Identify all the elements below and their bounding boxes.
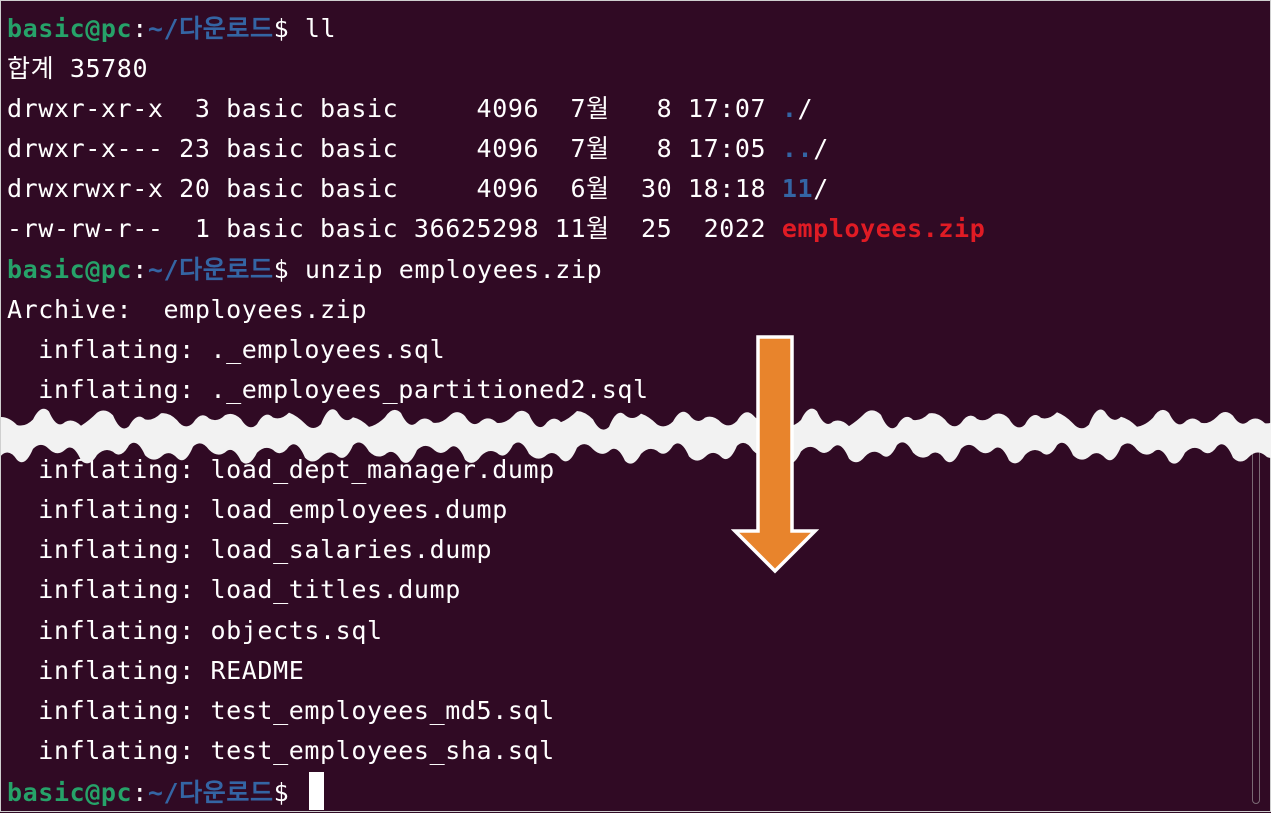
- archive-line: Archive: employees.zip: [7, 295, 367, 324]
- ll-row-meta: drwxrwxr-x 20 basic basic 4096 6월 30 18:…: [7, 174, 782, 203]
- ll-row: drwxr-x--- 23 basic basic 4096 7월 8 17:0…: [7, 129, 829, 169]
- inflating-line: inflating: ._employees.sql: [7, 335, 446, 364]
- command-text: unzip employees.zip: [289, 255, 603, 284]
- ll-row: -rw-rw-r-- 1 basic basic 36625298 11월 25…: [7, 209, 985, 249]
- command-text: [289, 778, 305, 807]
- inflating-line: inflating: ._employees_partitioned2.sql: [7, 375, 649, 404]
- prompt-path: ~/다운로드: [147, 255, 274, 284]
- inflating-line: inflating: test_employees_md5.sql: [7, 696, 555, 725]
- prompt-symbol: $: [273, 14, 290, 43]
- prompt-path: ~/다운로드: [147, 14, 274, 43]
- text-cursor: [308, 772, 324, 810]
- prompt-line-final: basic@pc:~/다운로드$: [7, 772, 324, 812]
- ll-row-suffix: /: [813, 174, 829, 203]
- ll-row-name: 11: [781, 174, 814, 203]
- prompt-line-unzip: basic@pc:~/다운로드$ unzip employees.zip: [7, 250, 602, 290]
- prompt-colon: :: [132, 14, 148, 43]
- torn-break-shape: [1, 408, 1271, 464]
- prompt-symbol: $: [273, 778, 290, 807]
- inflating-line: inflating: load_salaries.dump: [7, 535, 493, 564]
- ll-row-meta: drwxr-x--- 23 basic basic 4096 7월 8 17:0…: [7, 134, 782, 163]
- ll-row-meta: drwxr-xr-x 3 basic basic 4096 7월 8 17:07: [7, 94, 782, 123]
- ll-row: drwxrwxr-x 20 basic basic 4096 6월 30 18:…: [7, 169, 829, 209]
- prompt-user: basic@pc: [7, 778, 133, 807]
- inflating-line: inflating: test_employees_sha.sql: [7, 736, 555, 765]
- prompt-user: basic@pc: [7, 255, 133, 284]
- down-arrow-icon: [731, 335, 819, 574]
- prompt-path: ~/다운로드: [147, 778, 274, 807]
- command-text: ll: [289, 14, 337, 43]
- prompt-symbol: $: [273, 255, 290, 284]
- ll-row: drwxr-xr-x 3 basic basic 4096 7월 8 17:07…: [7, 89, 813, 129]
- torn-break-divider: [1, 408, 1271, 464]
- ll-row-name: .: [781, 94, 798, 123]
- ll-row-meta: -rw-rw-r-- 1 basic basic 36625298 11월 25…: [7, 214, 782, 243]
- prompt-line-ll: basic@pc:~/다운로드$ ll: [7, 9, 336, 49]
- prompt-colon: :: [132, 778, 148, 807]
- ll-row-name: ..: [781, 134, 814, 163]
- inflating-line: inflating: objects.sql: [7, 616, 383, 645]
- inflating-line: inflating: load_employees.dump: [7, 495, 508, 524]
- inflating-line: inflating: load_titles.dump: [7, 575, 461, 604]
- inflating-line: inflating: README: [7, 656, 305, 685]
- prompt-colon: :: [132, 255, 148, 284]
- scrollbar[interactable]: [1252, 439, 1260, 804]
- ll-total: 합계 35780: [7, 54, 149, 83]
- ll-row-suffix: /: [813, 134, 829, 163]
- ll-row-suffix: /: [797, 94, 814, 123]
- prompt-user: basic@pc: [7, 14, 133, 43]
- terminal-window[interactable]: basic@pc:~/다운로드$ ll 합계 35780 drwxr-xr-x …: [0, 0, 1271, 812]
- ll-row-name: employees.zip: [781, 214, 986, 243]
